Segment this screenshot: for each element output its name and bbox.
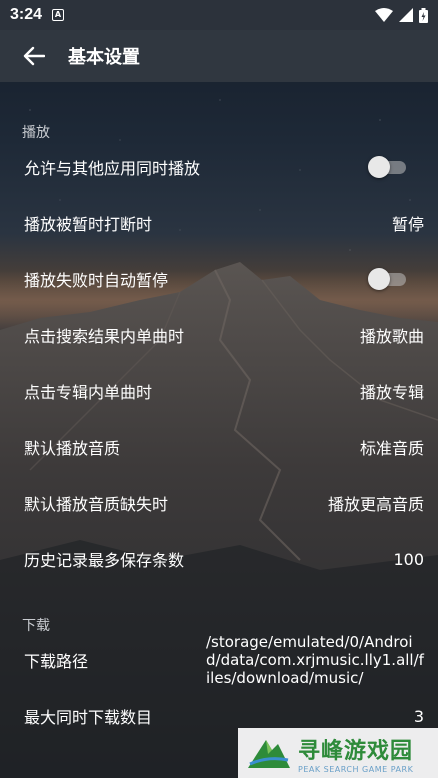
setting-label: 点击搜索结果内单曲时 [24, 327, 185, 346]
setting-value: 播放更高音质 [327, 495, 424, 514]
setting-default-quality[interactable]: 默认播放音质 标准音质 [0, 419, 438, 475]
auto-pause-toggle[interactable] [368, 267, 410, 291]
setting-album-single-click[interactable]: 点击专辑内单曲时 播放专辑 [0, 363, 438, 419]
setting-value: 3 [413, 706, 424, 726]
setting-label: 播放被暂时打断时 [24, 215, 153, 234]
setting-value: 100 [393, 549, 424, 569]
setting-label: 默认播放音质缺失时 [24, 495, 169, 514]
status-bar: 3:24 A [0, 0, 438, 30]
setting-search-single-click[interactable]: 点击搜索结果内单曲时 播放歌曲 [0, 307, 438, 363]
setting-label: 点击专辑内单曲时 [24, 383, 153, 402]
watermark-subtitle: PEAK SEARCH GAME PARK [298, 764, 414, 774]
arrow-left-icon [23, 46, 45, 66]
setting-label: 历史记录最多保存条数 [24, 551, 185, 570]
setting-label: 下载路径 [24, 652, 89, 671]
setting-label: 允许与其他应用同时播放 [24, 159, 201, 178]
back-button[interactable] [0, 30, 68, 82]
app-bar: 基本设置 [0, 30, 438, 82]
notification-icon: A [52, 9, 65, 21]
setting-label: 默认播放音质 [24, 439, 121, 458]
setting-allow-simultaneous[interactable]: 允许与其他应用同时播放 [0, 139, 438, 195]
setting-label: 最大同时下载数目 [24, 708, 153, 727]
allow-simultaneous-toggle[interactable] [368, 155, 410, 179]
setting-value: 播放歌曲 [359, 327, 424, 346]
setting-on-interrupt[interactable]: 播放被暂时打断时 暂停 [0, 195, 438, 251]
battery-icon [419, 7, 428, 23]
setting-value: 播放专辑 [359, 383, 424, 402]
setting-history-max[interactable]: 历史记录最多保存条数 100 [0, 531, 438, 587]
setting-auto-pause-on-fail[interactable]: 播放失败时自动暂停 [0, 251, 438, 307]
status-time: 3:24 [10, 6, 43, 23]
watermark-logo: 寻峰游戏园 PEAK SEARCH GAME PARK [238, 728, 438, 778]
toggle-thumb [368, 156, 390, 178]
signal-icon [399, 8, 413, 22]
setting-quality-missing[interactable]: 默认播放音质缺失时 播放更高音质 [0, 475, 438, 531]
toggle-thumb [368, 268, 390, 290]
download-path-value: /storage/emulated/0/Android/data/com.xrj… [206, 633, 424, 687]
setting-download-path[interactable]: 下载路径 /storage/emulated/0/Android/data/co… [0, 632, 438, 688]
setting-value: 暂停 [391, 215, 424, 234]
status-icons [375, 7, 428, 23]
watermark-title: 寻峰游戏园 [298, 738, 414, 764]
peak-logo-icon [248, 740, 290, 768]
setting-value: 标准音质 [359, 439, 424, 458]
page-title: 基本设置 [68, 47, 140, 68]
wifi-icon [375, 8, 393, 22]
setting-label: 播放失败时自动暂停 [24, 271, 169, 290]
